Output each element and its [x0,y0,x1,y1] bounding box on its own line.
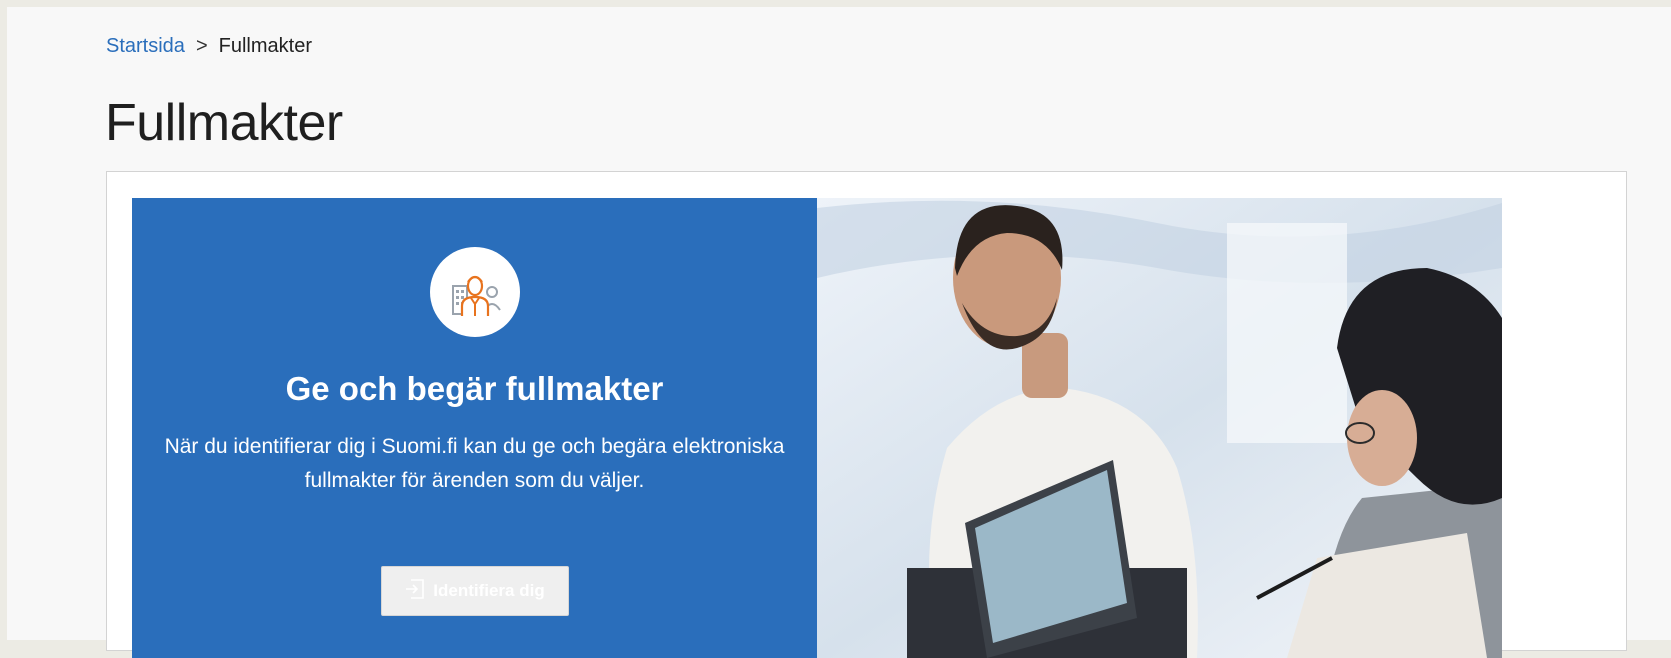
sign-in-icon [405,578,425,605]
identify-button[interactable]: Identifiera dig [381,566,569,616]
breadcrumb-home-link[interactable]: Startsida [106,35,185,58]
hero-description: När du identifierar dig i Suomi.fi kan d… [164,435,785,492]
person-with-building-icon [430,247,520,337]
breadcrumb: Startsida > Fullmakter [106,35,312,58]
hero-heading: Ge och begär fullmakter [285,370,664,407]
hero-photo [817,198,1502,658]
identify-button-label: Identifiera dig [433,581,545,600]
hero-card: Ge och begär fullmakter När du identifie… [106,171,1627,658]
breadcrumb-current: Fullmakter [218,35,312,57]
hero-panel: Ge och begär fullmakter När du identifie… [132,198,817,658]
page-title: Fullmakter [105,94,343,152]
page: Startsida > Fullmakter Fullmakter Ge och… [7,7,1671,658]
breadcrumb-separator: > [195,35,208,57]
